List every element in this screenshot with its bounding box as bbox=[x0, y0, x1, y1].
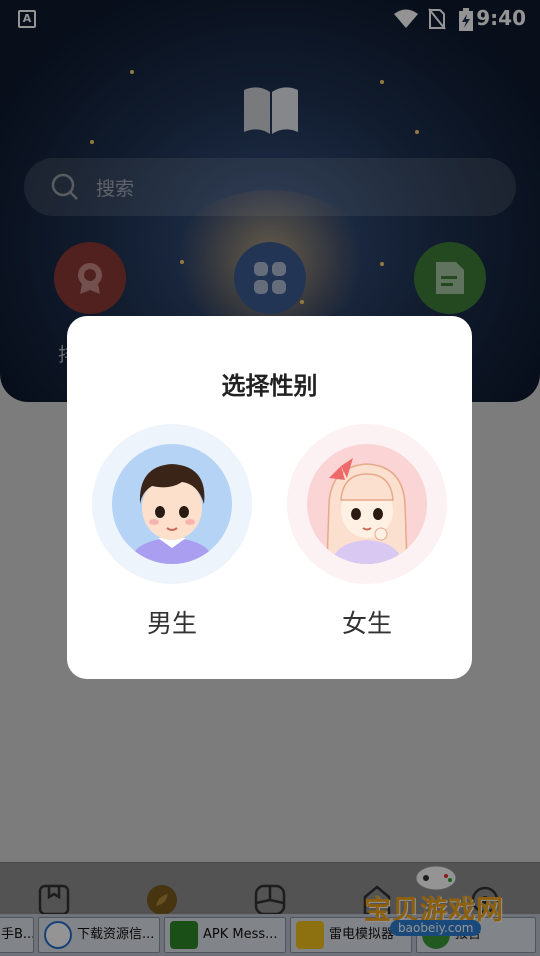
female-option-label: 女生 bbox=[341, 609, 392, 638]
gender-select-dialog: 选择性别 男生 女生 bbox=[67, 316, 472, 679]
male-option[interactable]: 男生 bbox=[92, 424, 252, 654]
female-option[interactable]: 女生 bbox=[287, 424, 447, 654]
girl-avatar[interactable] bbox=[287, 424, 447, 584]
boy-avatar[interactable] bbox=[92, 424, 252, 584]
male-option-label: 男生 bbox=[146, 609, 197, 638]
dialog-title: 选择性别 bbox=[221, 372, 318, 400]
